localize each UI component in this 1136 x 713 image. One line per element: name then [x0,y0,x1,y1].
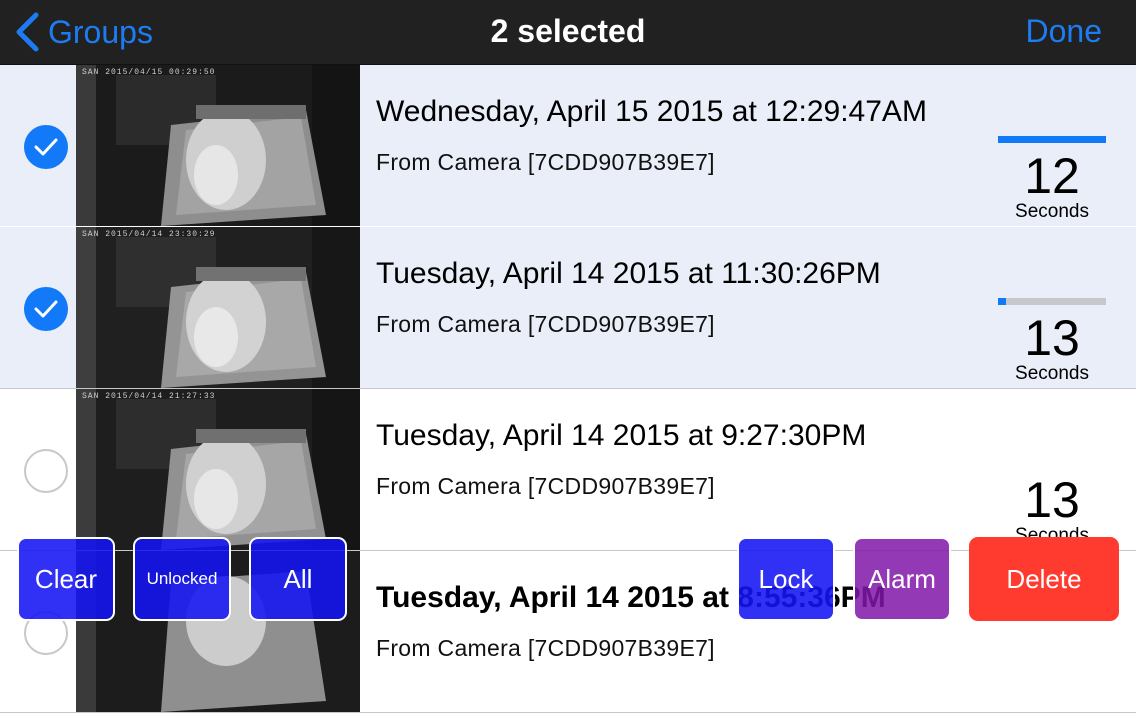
event-title: Tuesday, April 14 2015 at 9:27:30PM [376,419,867,452]
list-item[interactable]: SAN 2015/04/15 00:29:50 Wednesday, April… [0,65,1136,227]
selection-checkbox[interactable] [24,125,68,169]
navigation-bar: Groups 2 selected Done [0,0,1136,65]
checkmark-icon [34,138,58,156]
event-source: From Camera [7CDD907B39E7] [376,635,715,661]
done-button[interactable]: Done [1026,0,1103,64]
clear-button[interactable]: Clear [17,537,115,621]
playback-progress-fill [998,136,1106,143]
lock-button[interactable]: Lock [737,537,835,621]
select-all-button[interactable]: All [249,537,347,621]
duration-value: 12 [1024,148,1080,204]
checkmark-icon [34,300,58,318]
video-timestamp: SAN 2015/04/14 23:30:29 [82,230,216,239]
event-title: Wednesday, April 15 2015 at 12:29:47AM [376,95,927,128]
event-source: From Camera [7CDD907B39E7] [376,149,715,175]
event-source: From Camera [7CDD907B39E7] [376,473,715,499]
event-thumbnail: SAN 2015/04/15 00:29:50 [76,65,360,226]
selection-checkbox[interactable] [24,449,68,493]
event-source: From Camera [7CDD907B39E7] [376,311,715,337]
unlocked-filter-button[interactable]: Unlocked [133,537,231,621]
video-timestamp: SAN 2015/04/14 21:27:33 [82,392,216,401]
playback-progress [998,298,1106,305]
alarm-button[interactable]: Alarm [853,537,951,621]
list-item[interactable]: SAN 2015/04/14 23:30:29 Tuesday, April 1… [0,227,1136,389]
duration-unit: Seconds [1015,201,1089,222]
duration-value: 13 [1024,310,1080,366]
event-thumbnail: SAN 2015/04/14 23:30:29 [76,227,360,388]
selection-checkbox[interactable] [24,287,68,331]
duration-value: 13 [1024,472,1080,528]
playback-progress-fill [998,298,1006,305]
playback-progress [998,136,1106,143]
event-thumbnail: SAN 2015/04/14 21:27:33 [76,389,360,550]
video-timestamp: SAN 2015/04/15 00:29:50 [82,68,216,77]
duration-unit: Seconds [1015,363,1089,384]
event-title: Tuesday, April 14 2015 at 11:30:26PM [376,257,881,290]
delete-button[interactable]: Delete [969,537,1119,621]
page-title: 2 selected [490,13,646,49]
back-button[interactable]: Groups [14,0,153,64]
chevron-left-icon [14,12,40,52]
list-item[interactable]: SAN 2015/04/14 21:27:33 Tuesday, April 1… [0,389,1136,551]
back-button-label: Groups [48,13,153,50]
